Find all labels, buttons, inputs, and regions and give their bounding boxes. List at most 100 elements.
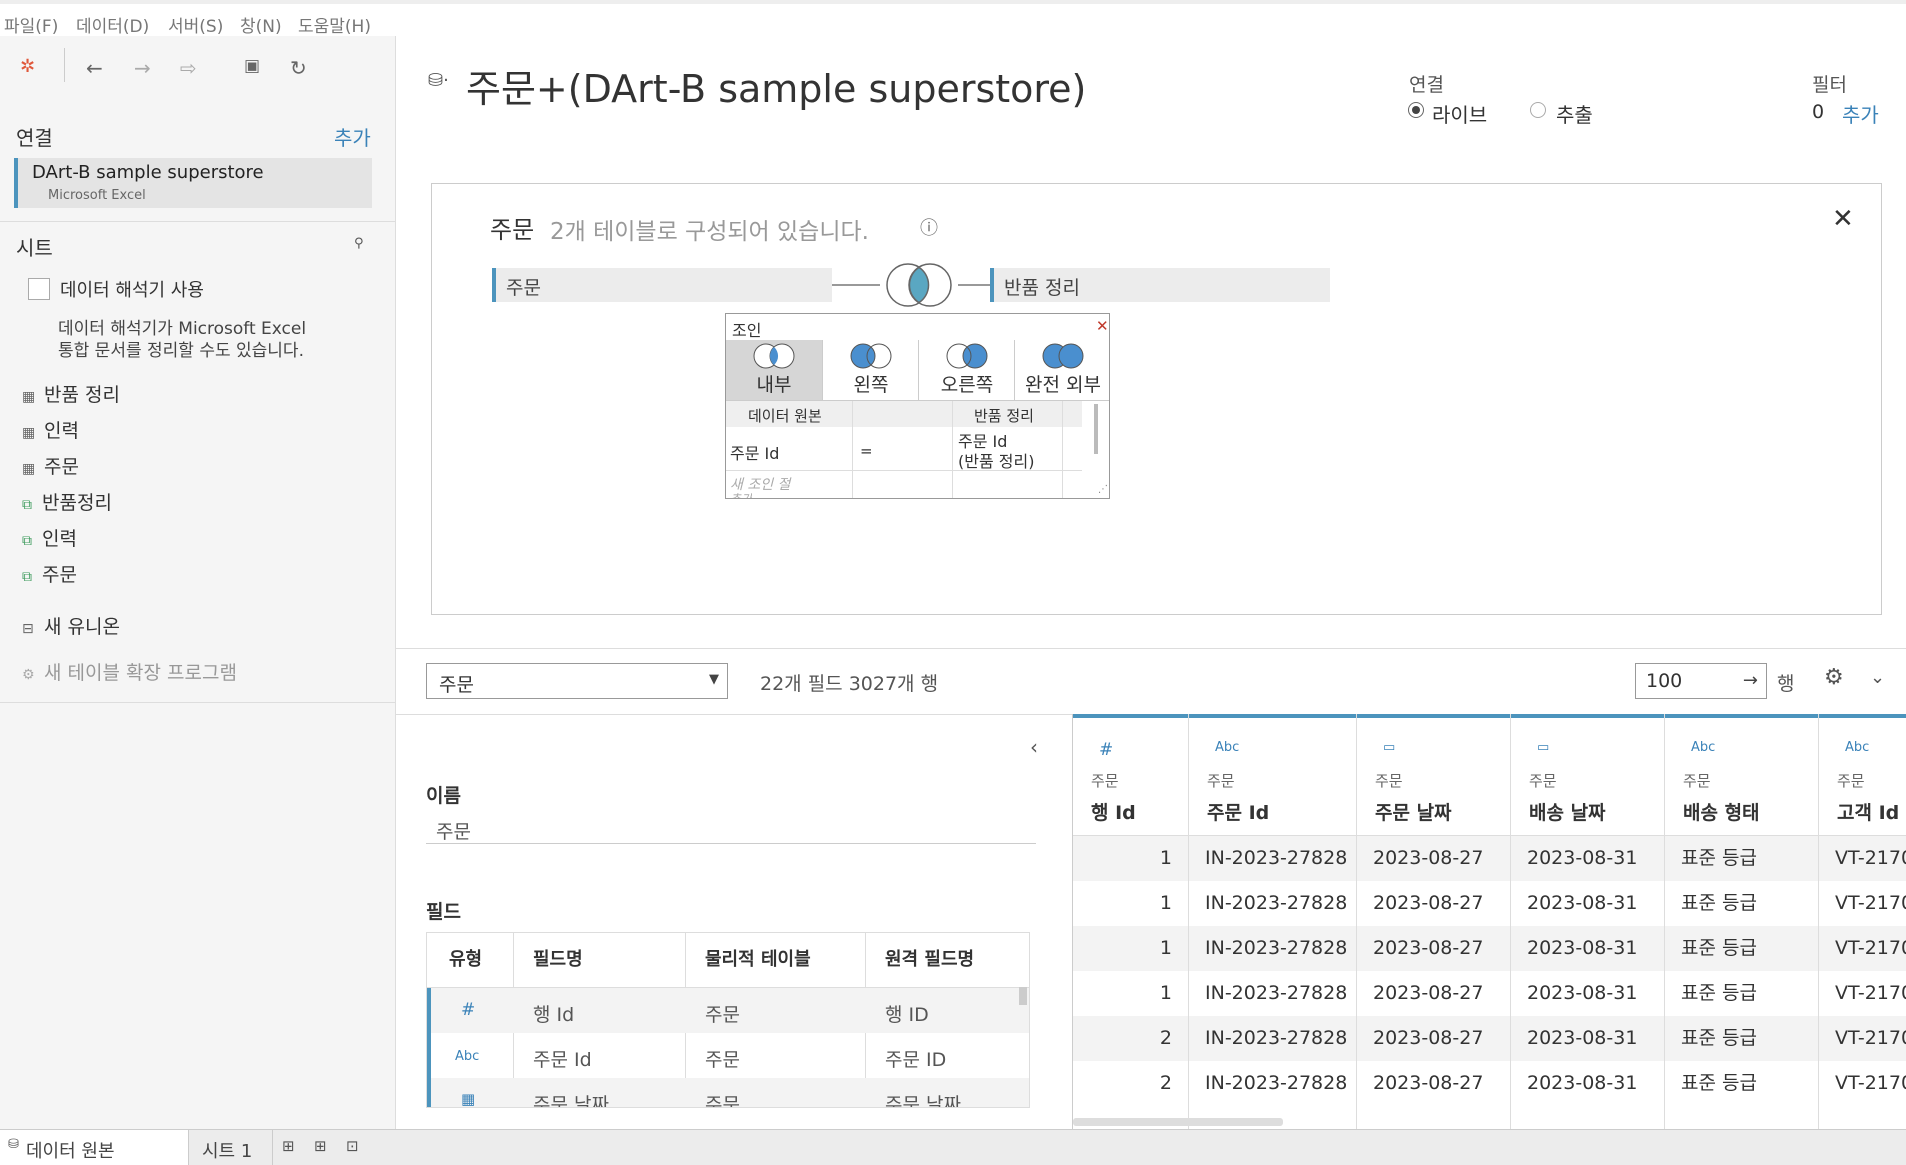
- grid-cell[interactable]: 2023-08-31: [1511, 971, 1664, 1016]
- grid-cell[interactable]: 표준 등급: [1665, 971, 1818, 1016]
- redo-icon[interactable]: ⇨: [180, 56, 197, 80]
- grid-cell[interactable]: 2023-08-27: [1357, 881, 1510, 926]
- grid-column[interactable]: Abc 주문 주문 Id IN-2023-27828 IN-2023-27828 IN-2…: [1189, 714, 1357, 1129]
- grid-cell[interactable]: VT-21700: [1819, 926, 1906, 971]
- field-name[interactable]: 주문 날짜: [533, 1090, 609, 1107]
- grid-cell[interactable]: IN-2023-27828: [1189, 1016, 1356, 1061]
- refresh-icon[interactable]: ↻: [290, 56, 307, 80]
- fields-col-type[interactable]: 유형: [449, 933, 482, 987]
- grid-column-header[interactable]: ▭ 주문 주문 날짜: [1357, 714, 1510, 836]
- grid-cell[interactable]: 2023-08-27: [1357, 971, 1510, 1016]
- join-operator[interactable]: =: [860, 442, 873, 460]
- new-extension-item[interactable]: ⚙ 새 테이블 확장 프로그램: [22, 658, 237, 685]
- chevron-down-icon[interactable]: ⌄: [1870, 667, 1885, 688]
- number-type-icon[interactable]: #: [1099, 740, 1113, 760]
- field-name[interactable]: 행 Id: [533, 1000, 574, 1027]
- join-type-left[interactable]: 왼쪽: [822, 340, 919, 400]
- join-type-right[interactable]: 오른쪽: [918, 340, 1015, 400]
- sheet-item[interactable]: ▦ 주문: [22, 452, 79, 479]
- join-clause-left-field[interactable]: 주문 Id: [730, 440, 779, 464]
- join-type-full-outer[interactable]: 완전 외부: [1014, 340, 1111, 400]
- resize-handle-icon[interactable]: ⋰: [1098, 484, 1108, 495]
- grid-column[interactable]: Abc주문고객 IdVT-21700VT-21700VT-21700VT-217…: [1819, 714, 1906, 1129]
- right-table-pill[interactable]: 반품 정리: [990, 268, 1330, 302]
- table-select[interactable]: 주문 ▼: [426, 663, 728, 699]
- grid-cell[interactable]: 2: [1073, 1061, 1188, 1106]
- grid-cell[interactable]: 표준 등급: [1665, 926, 1818, 971]
- named-range-item[interactable]: ⧉ 반품정리: [22, 488, 112, 515]
- extract-label[interactable]: 추출: [1556, 99, 1593, 128]
- new-story-icon[interactable]: ⊡: [346, 1137, 359, 1155]
- arrow-right-icon[interactable]: →: [1743, 670, 1758, 691]
- grid-column-name[interactable]: 배송 날짜: [1529, 798, 1606, 825]
- string-type-icon[interactable]: Abc: [1691, 740, 1715, 755]
- grid-cell[interactable]: 1: [1073, 926, 1188, 971]
- grid-column-name[interactable]: 고객 Id: [1837, 798, 1899, 825]
- named-range-item[interactable]: ⧉ 주문: [22, 560, 77, 587]
- grid-column-name[interactable]: 주문 날짜: [1375, 798, 1452, 825]
- grid-cell[interactable]: 2023-08-27: [1357, 1016, 1510, 1061]
- grid-cell[interactable]: VT-21700: [1819, 1061, 1906, 1106]
- gear-icon[interactable]: ⚙: [1824, 665, 1844, 690]
- grid-cell[interactable]: VT-21700: [1819, 1016, 1906, 1061]
- interpreter-checkbox[interactable]: [28, 278, 50, 300]
- grid-cell[interactable]: 2023-08-31: [1511, 926, 1664, 971]
- calendar-icon[interactable]: ▭: [1383, 740, 1395, 755]
- menu-file[interactable]: 파일(F): [4, 12, 58, 37]
- grid-cell[interactable]: 2023-08-31: [1511, 881, 1664, 926]
- calendar-icon[interactable]: ▭: [1537, 740, 1549, 755]
- close-icon[interactable]: ✕: [1832, 204, 1854, 234]
- rows-input[interactable]: 100 →: [1635, 663, 1767, 699]
- grid-cell[interactable]: 2023-08-27: [1357, 836, 1510, 881]
- extract-radio[interactable]: [1530, 102, 1546, 118]
- grid-cell[interactable]: 1: [1073, 971, 1188, 1016]
- grid-column-name[interactable]: 배송 형태: [1683, 798, 1760, 825]
- grid-cell[interactable]: 표준 등급: [1665, 836, 1818, 881]
- fields-col-table[interactable]: 물리적 테이블: [705, 933, 811, 987]
- field-row[interactable]: ▦ 주문 날짜 주문 주문 날짜: [427, 1078, 1029, 1107]
- tab-sheet1[interactable]: 시트 1: [188, 1130, 273, 1165]
- string-type-icon[interactable]: Abc: [1215, 740, 1239, 755]
- grid-column-header[interactable]: ▭ 주문 배송 날짜: [1511, 714, 1664, 836]
- grid-column-header[interactable]: Abc 주문 배송 형태: [1665, 714, 1818, 836]
- grid-column[interactable]: # 주문 행 Id 1 1 1 1 2 2: [1073, 714, 1189, 1129]
- grid-column[interactable]: ▭ 주문 주문 날짜 2023-08-27 2023-08-27 2023-08-27 20…: [1357, 714, 1511, 1129]
- grid-cell[interactable]: 2023-08-31: [1511, 1016, 1664, 1061]
- grid-cell[interactable]: IN-2023-27828: [1189, 881, 1356, 926]
- tableau-logo-icon[interactable]: ✲: [20, 56, 35, 77]
- menu-window[interactable]: 창(N): [240, 12, 282, 37]
- field-row[interactable]: # 행 Id 주문 행 ID: [427, 988, 1029, 1033]
- datasource-icon[interactable]: ⛁·: [428, 70, 449, 91]
- new-join-clause-add[interactable]: 추가: [730, 490, 752, 498]
- sheet-item[interactable]: ▦ 반품 정리: [22, 380, 120, 407]
- grid-cell[interactable]: IN-2023-27828: [1189, 1061, 1356, 1106]
- menu-help[interactable]: 도움말(H): [298, 12, 371, 37]
- add-filter-link[interactable]: 추가: [1842, 99, 1879, 128]
- named-range-item[interactable]: ⧉ 인력: [22, 524, 77, 551]
- grid-column-name[interactable]: 주문 Id: [1207, 798, 1269, 825]
- grid-cell[interactable]: IN-2023-27828: [1189, 971, 1356, 1016]
- grid-cell[interactable]: 표준 등급: [1665, 1016, 1818, 1061]
- grid-cell[interactable]: 2023-08-31: [1511, 1061, 1664, 1106]
- live-radio[interactable]: [1408, 102, 1424, 118]
- grid-cell[interactable]: VT-21700: [1819, 971, 1906, 1016]
- grid-column-name[interactable]: 행 Id: [1091, 798, 1136, 825]
- grid-cell[interactable]: 표준 등급: [1665, 1061, 1818, 1106]
- join-type-inner[interactable]: 내부: [726, 340, 822, 400]
- page-title[interactable]: 주문+(DArt-B sample superstore): [466, 58, 1086, 113]
- grid-cell[interactable]: IN-2023-27828: [1189, 836, 1356, 881]
- new-union-item[interactable]: ⊟ 새 유니온: [22, 612, 120, 639]
- grid-cell[interactable]: IN-2023-27828: [1189, 926, 1356, 971]
- info-icon[interactable]: ⓘ: [920, 214, 938, 240]
- forward-icon[interactable]: →: [134, 56, 151, 80]
- new-dashboard-icon[interactable]: ⊞: [314, 1137, 327, 1155]
- close-icon[interactable]: ✕: [1096, 317, 1109, 335]
- grid-column[interactable]: Abc 주문 배송 형태 표준 등급 표준 등급 표준 등급 표준 등급 표준 등급 표준 등급: [1665, 714, 1819, 1129]
- connection-item[interactable]: DArt-B sample superstore Microsoft Excel: [14, 158, 372, 208]
- back-icon[interactable]: ←: [86, 56, 103, 80]
- fields-col-name[interactable]: 필드명: [533, 933, 583, 987]
- grid-cell[interactable]: 1: [1073, 881, 1188, 926]
- collapse-icon[interactable]: ‹: [1030, 735, 1038, 759]
- fields-col-remote[interactable]: 원격 필드명: [885, 933, 974, 987]
- horizontal-scrollbar[interactable]: [1073, 1118, 1283, 1126]
